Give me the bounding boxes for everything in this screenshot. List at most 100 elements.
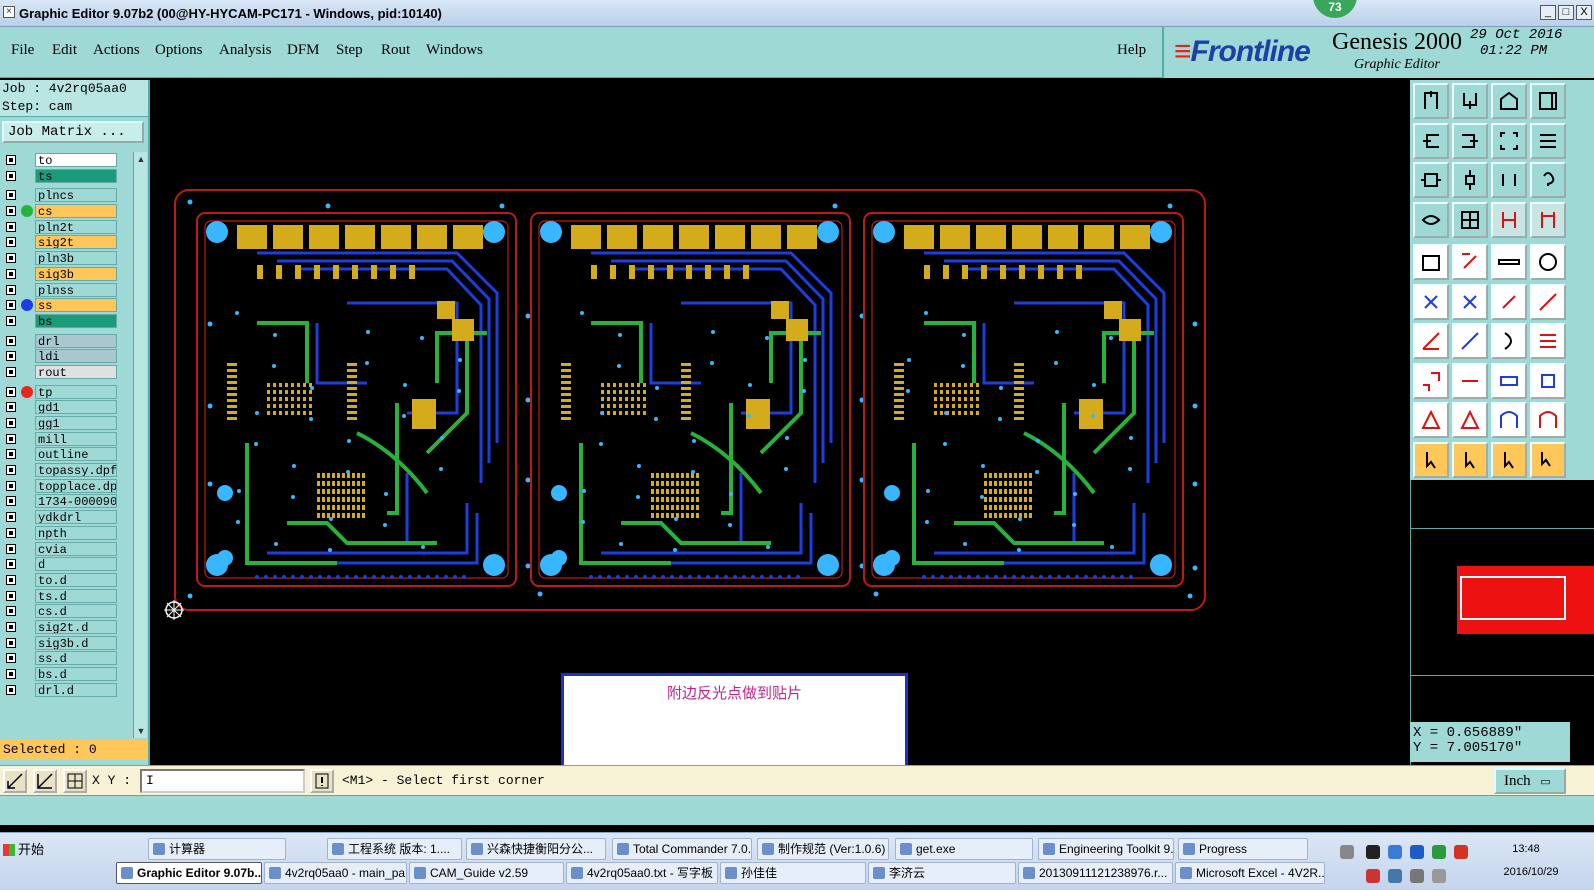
layer-row[interactable]: ss.d: [0, 650, 132, 666]
layer-row[interactable]: rout: [0, 364, 132, 380]
menu-dfm[interactable]: DFM: [287, 42, 320, 59]
tray-network-icon[interactable]: [1388, 845, 1402, 859]
layer-name[interactable]: drl: [35, 333, 117, 348]
menu-file[interactable]: File: [11, 42, 34, 59]
layer-name[interactable]: topplace.dp: [35, 478, 117, 493]
tray-printer-icon[interactable]: [1340, 845, 1354, 859]
layer-row[interactable]: pln3b: [0, 250, 132, 266]
layer-name[interactable]: gd1: [35, 400, 117, 415]
layer-row[interactable]: d: [0, 556, 132, 572]
menu-step[interactable]: Step: [336, 42, 363, 59]
notification-badge[interactable]: 73: [1313, 0, 1357, 18]
layer-row[interactable]: drl.d: [0, 682, 132, 698]
layer-checkbox[interactable]: [6, 449, 16, 460]
layer-checkbox[interactable]: [6, 496, 16, 507]
taskbar-item[interactable]: 工程系统 版本: 1....: [327, 838, 462, 860]
layer-name[interactable]: sig2t: [35, 235, 117, 250]
layer-row[interactable]: tp: [0, 384, 132, 400]
layer-checkbox[interactable]: [6, 253, 16, 264]
layer-row[interactable]: sig3b.d: [0, 635, 132, 651]
query-icon[interactable]: [1530, 162, 1566, 198]
alert-icon[interactable]: [310, 769, 334, 793]
layer-row[interactable]: sig2t: [0, 234, 132, 250]
tray-app-icon[interactable]: [1454, 845, 1468, 859]
layer-row[interactable]: gd1: [0, 399, 132, 415]
tray-keyboard-icon[interactable]: [1432, 869, 1446, 883]
layer-row[interactable]: drl: [0, 333, 132, 349]
layer-row[interactable]: cvia: [0, 541, 132, 557]
tray-power-icon[interactable]: [1410, 869, 1424, 883]
layer-checkbox[interactable]: [6, 512, 16, 523]
pointer-alt-icon[interactable]: [1452, 441, 1488, 478]
layer-scrollbar[interactable]: ▲ ▼: [133, 152, 147, 738]
tray-close-icon[interactable]: [1366, 845, 1380, 859]
layer-checkbox[interactable]: [6, 543, 16, 554]
pointer-select-icon[interactable]: [1491, 441, 1527, 478]
layer-name[interactable]: 1734-000090: [35, 494, 117, 509]
tray-volume-icon[interactable]: [1388, 869, 1402, 883]
tray-bluetooth-icon[interactable]: [1410, 845, 1424, 859]
layer-checkbox[interactable]: [6, 574, 16, 585]
pointer-multi-icon[interactable]: [1530, 441, 1566, 478]
layer-checkbox[interactable]: [6, 386, 16, 397]
group-icon[interactable]: [1530, 362, 1566, 399]
taskbar-item[interactable]: Engineering Toolkit 9....: [1038, 838, 1174, 860]
layer-name[interactable]: to: [35, 153, 117, 167]
taskbar-item[interactable]: Microsoft Excel - 4V2R...: [1175, 862, 1325, 884]
layer-row[interactable]: ydkdrl: [0, 509, 132, 525]
layer-name[interactable]: ss.d: [35, 651, 117, 666]
grid-icon[interactable]: [63, 769, 87, 793]
layer-row[interactable]: 1734-000090: [0, 493, 132, 509]
taskbar-date[interactable]: 2016/10/29: [1496, 866, 1566, 878]
connect-icon[interactable]: [1413, 283, 1449, 320]
layer-name[interactable]: cvia: [35, 541, 117, 556]
node-icon[interactable]: [1413, 362, 1449, 399]
layer-name[interactable]: rout: [35, 364, 117, 379]
layer-checkbox[interactable]: [6, 221, 16, 232]
net-icon[interactable]: [1491, 201, 1527, 238]
layer-name[interactable]: ss: [35, 298, 117, 313]
copy-icon[interactable]: [1452, 244, 1488, 280]
minus-icon[interactable]: [1452, 362, 1488, 399]
taskbar-item[interactable]: Graphic Editor 9.07b...: [116, 862, 262, 884]
home-icon[interactable]: [1491, 83, 1527, 119]
layer-name[interactable]: ldi: [35, 349, 117, 364]
layer-checkbox[interactable]: [6, 637, 16, 648]
layer-checkbox[interactable]: [6, 465, 16, 476]
layer-row[interactable]: cs.d: [0, 603, 132, 619]
layer-row[interactable]: plnss: [0, 282, 132, 298]
layer-name[interactable]: cs: [35, 204, 117, 219]
layer-name[interactable]: plncs: [35, 188, 117, 203]
layer-row[interactable]: bs: [0, 313, 132, 329]
record-icon[interactable]: [1530, 244, 1566, 280]
scroll-down-icon[interactable]: ▼: [134, 724, 148, 738]
layer-row[interactable]: topplace.dp: [0, 478, 132, 494]
tray-shield-icon[interactable]: [1432, 845, 1446, 859]
taskbar-item[interactable]: 孙佳佳: [720, 862, 866, 884]
layer-checkbox[interactable]: [6, 366, 16, 377]
layer-name[interactable]: mill: [35, 431, 117, 446]
measure-icon[interactable]: [33, 769, 57, 793]
layer-checkbox[interactable]: [6, 237, 16, 248]
layer-name[interactable]: outline: [35, 447, 117, 462]
layer-checkbox[interactable]: [6, 653, 16, 664]
draw-line-icon[interactable]: [1413, 323, 1449, 359]
layout-icon[interactable]: [1530, 83, 1566, 119]
taskbar-item[interactable]: CAM_Guide v2.59: [409, 862, 564, 884]
menu-options[interactable]: Options: [155, 42, 203, 59]
layer-checkbox[interactable]: [6, 684, 16, 695]
minimize-button[interactable]: _: [1540, 5, 1556, 20]
layer-name[interactable]: drl.d: [35, 682, 117, 697]
layer-checkbox[interactable]: [6, 480, 16, 491]
layer-checkbox[interactable]: [6, 351, 16, 362]
align-icon[interactable]: [1530, 323, 1566, 359]
layer-checkbox[interactable]: [6, 268, 16, 279]
layer-row[interactable]: cs: [0, 203, 132, 219]
layer-name[interactable]: bs.d: [35, 667, 117, 681]
layer-checkbox[interactable]: [6, 300, 16, 311]
taskbar-item[interactable]: 4v2rq05aa0 - main_pa...: [264, 862, 407, 884]
tray-flag-icon[interactable]: [1366, 869, 1380, 883]
layer-checkbox[interactable]: [6, 315, 16, 326]
layer-name[interactable]: gg1: [35, 416, 117, 430]
taskbar-item[interactable]: Total Commander 7.0...: [612, 838, 752, 860]
